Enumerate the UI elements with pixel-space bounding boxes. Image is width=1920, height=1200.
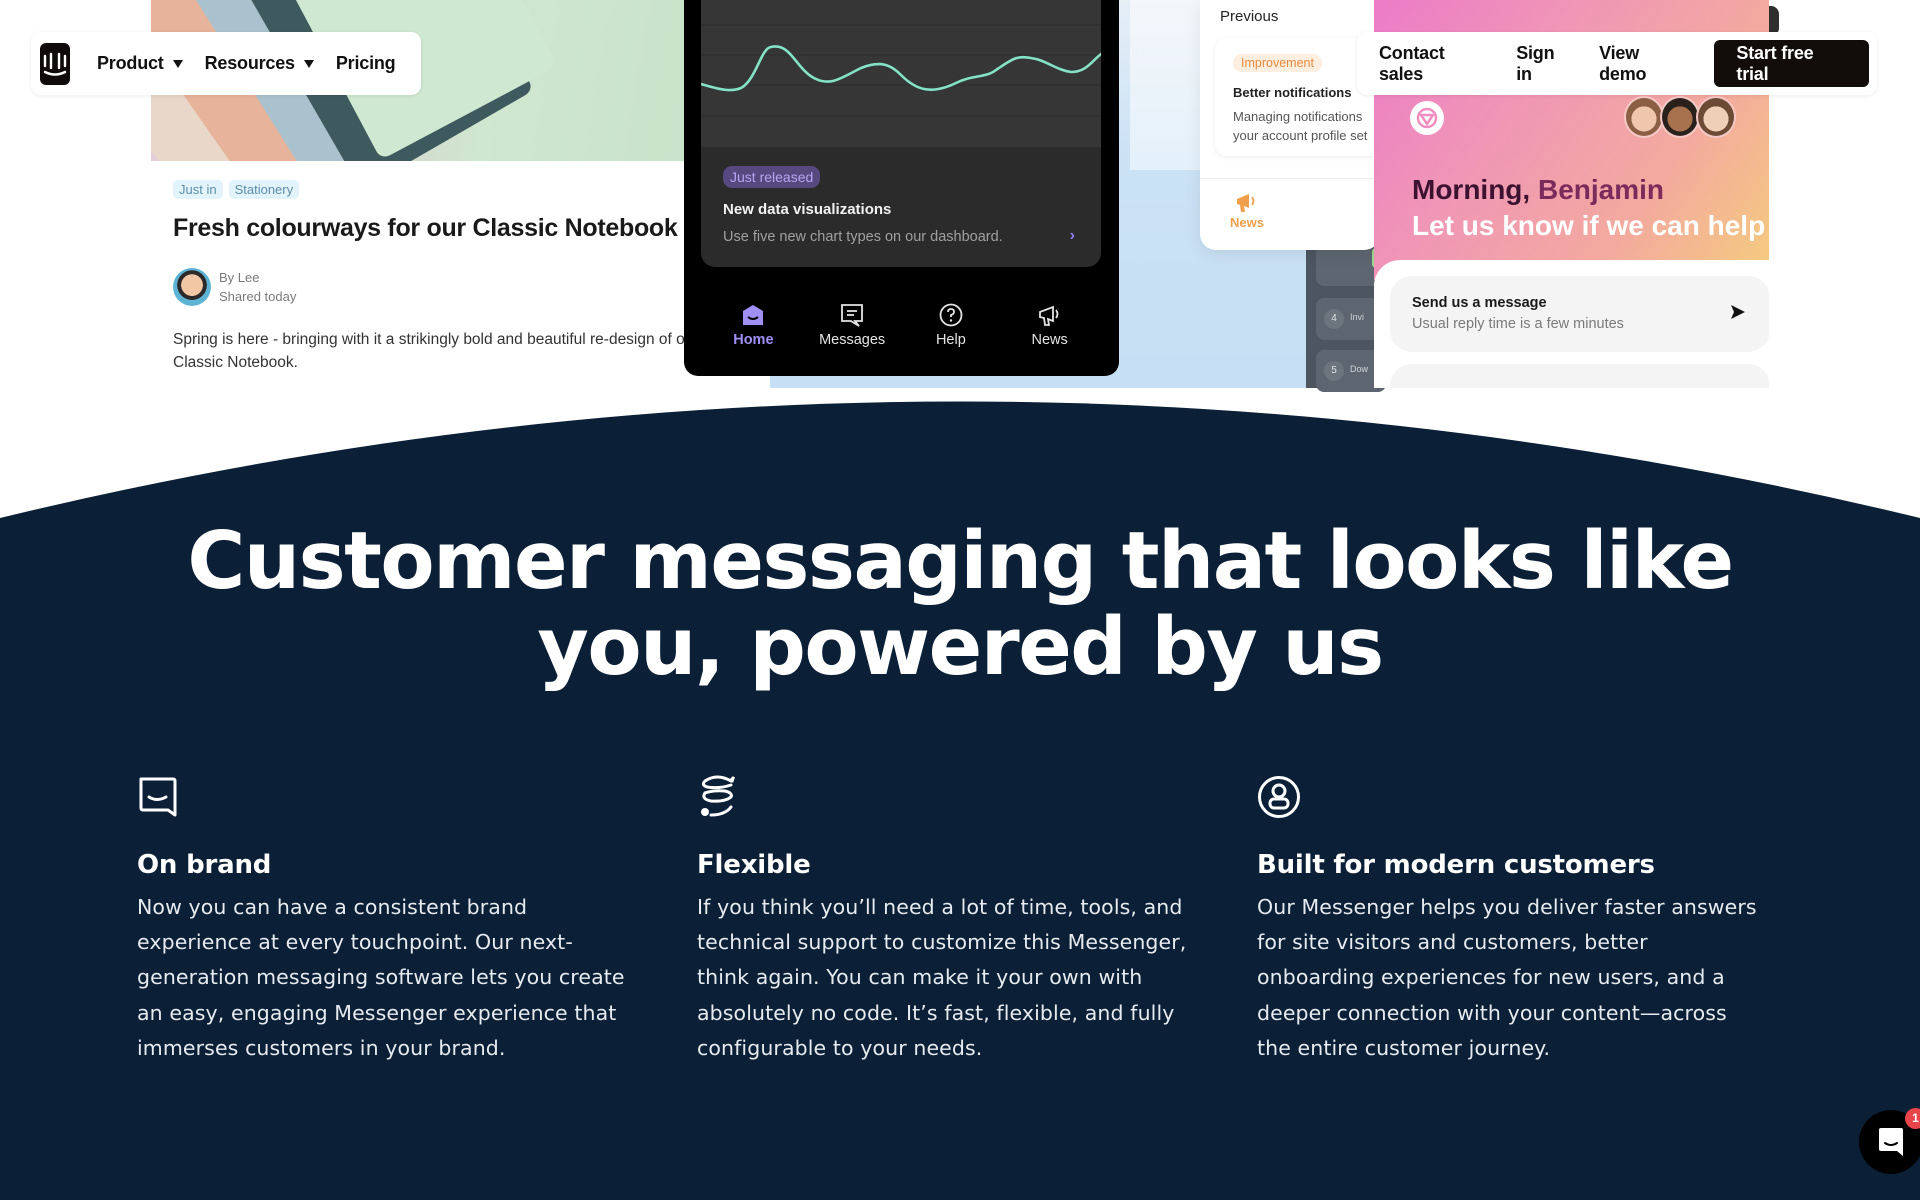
spiral-arrow-icon — [701, 775, 735, 817]
line-chart — [701, 24, 1101, 117]
unread-badge: 1 — [1905, 1108, 1920, 1129]
team-avatars — [1624, 96, 1736, 138]
messenger-greeting: Morning, Benjamin Let us know if we can … — [1412, 174, 1766, 241]
start-free-trial-button[interactable]: Start free trial — [1714, 40, 1870, 87]
messenger-card[interactable] — [1390, 364, 1769, 388]
feature-title: Built for modern customers — [1257, 850, 1655, 880]
avatar — [1660, 96, 1700, 138]
megaphone-icon — [1236, 194, 1255, 212]
author-name: By Lee — [219, 270, 260, 285]
user-circle-icon — [1258, 776, 1300, 818]
caret-down-icon — [172, 59, 183, 68]
chat-icon — [1879, 1128, 1903, 1156]
chevron-right-icon: › — [1069, 227, 1075, 244]
tab-home[interactable]: Home — [708, 302, 798, 362]
tag: Stationery — [228, 180, 300, 199]
news-icon — [1038, 305, 1059, 326]
article-author: By Lee Shared today — [173, 268, 296, 306]
news-panel-tabs: News — [1200, 178, 1380, 250]
phone-mockup: Just released New data visualizations Us… — [684, 0, 1119, 376]
send-message-button[interactable]: Send us a message Usual reply time is a … — [1390, 276, 1769, 352]
article-body: Spring is here - bringing with it a stri… — [173, 331, 699, 371]
feature-text: Now you can have a consistent brand expe… — [137, 895, 625, 1060]
feature-title: Flexible — [697, 850, 811, 880]
phone-tab-bar: Home Messages Help News — [684, 302, 1119, 362]
sign-in-link[interactable]: Sign in — [1516, 43, 1573, 85]
feature-modern-customers: Built for modern customers Our Messenger… — [1257, 775, 1817, 1066]
news-text: Managing notifications — [1233, 109, 1363, 124]
nav-resources[interactable]: Resources — [205, 53, 314, 74]
card-subtitle: Use five new chart types on our dashboar… — [723, 229, 1003, 245]
section-headline: Customer messaging that looks like you, … — [187, 515, 1734, 693]
news-text: your account profile set — [1233, 128, 1368, 143]
news-heading: Previous — [1220, 8, 1279, 25]
news-panel: Previous Improvement Better notification… — [1200, 0, 1380, 250]
messenger-launcher[interactable]: 1 — [1859, 1108, 1920, 1174]
brand-logo-icon — [1410, 101, 1444, 135]
nav-pricing[interactable]: Pricing — [336, 53, 396, 74]
contact-sales-link[interactable]: Contact sales — [1379, 43, 1490, 85]
send-icon — [1731, 305, 1745, 319]
main-nav: Product Resources Pricing — [31, 32, 421, 95]
tab-help[interactable]: Help — [906, 302, 996, 362]
account-nav: Contact sales Sign in View demo Start fr… — [1357, 32, 1877, 95]
article-tags: Just in Stationery — [173, 180, 300, 199]
shared-date: Shared today — [219, 289, 297, 304]
messenger-features-section: Customer messaging that looks like you, … — [0, 390, 1920, 1200]
improvement-badge: Improvement — [1233, 54, 1322, 72]
nav-product[interactable]: Product — [97, 53, 183, 74]
view-demo-link[interactable]: View demo — [1599, 43, 1688, 85]
messenger-body: Send us a message Usual reply time is a … — [1374, 260, 1769, 388]
user-name: Benjamin — [1537, 174, 1665, 205]
just-released-badge: Just released — [723, 166, 821, 188]
news-card[interactable]: Improvement Better notifications Managin… — [1215, 38, 1380, 156]
help-icon — [939, 303, 963, 327]
tab-messages[interactable]: Messages — [807, 302, 897, 362]
avatar — [173, 268, 211, 306]
feature-title: On brand — [137, 850, 272, 880]
home-icon — [743, 305, 764, 325]
chart-preview — [701, 0, 1101, 147]
article-title: Fresh colourways for our Classic Noteboo… — [173, 214, 678, 242]
avatar — [1696, 96, 1736, 138]
news-title: Better notifications — [1233, 85, 1352, 100]
feature-list: On brand Now you can have a consistent b… — [137, 775, 1817, 1066]
tab-news[interactable]: News — [1230, 191, 1264, 230]
tag: Just in — [173, 180, 223, 199]
avatar — [1624, 96, 1664, 138]
messages-icon — [841, 304, 864, 327]
chat-smile-icon — [139, 777, 177, 817]
news-item-card[interactable]: Just released New data visualizations Us… — [701, 0, 1101, 267]
tab-news[interactable]: News — [1005, 302, 1095, 362]
card-title: New data visualizations — [723, 201, 892, 218]
feature-text: Our Messenger helps you deliver faster a… — [1257, 895, 1757, 1060]
feature-on-brand: On brand Now you can have a consistent b… — [137, 775, 697, 1066]
feature-text: If you think you’ll need a lot of time, … — [697, 895, 1187, 1060]
intercom-logo-icon[interactable] — [40, 42, 70, 85]
feature-flexible: Flexible If you think you’ll need a lot … — [697, 775, 1257, 1066]
caret-down-icon — [303, 59, 314, 68]
checklist-panel: 4 Invi 5 Dow — [1306, 244, 1392, 392]
